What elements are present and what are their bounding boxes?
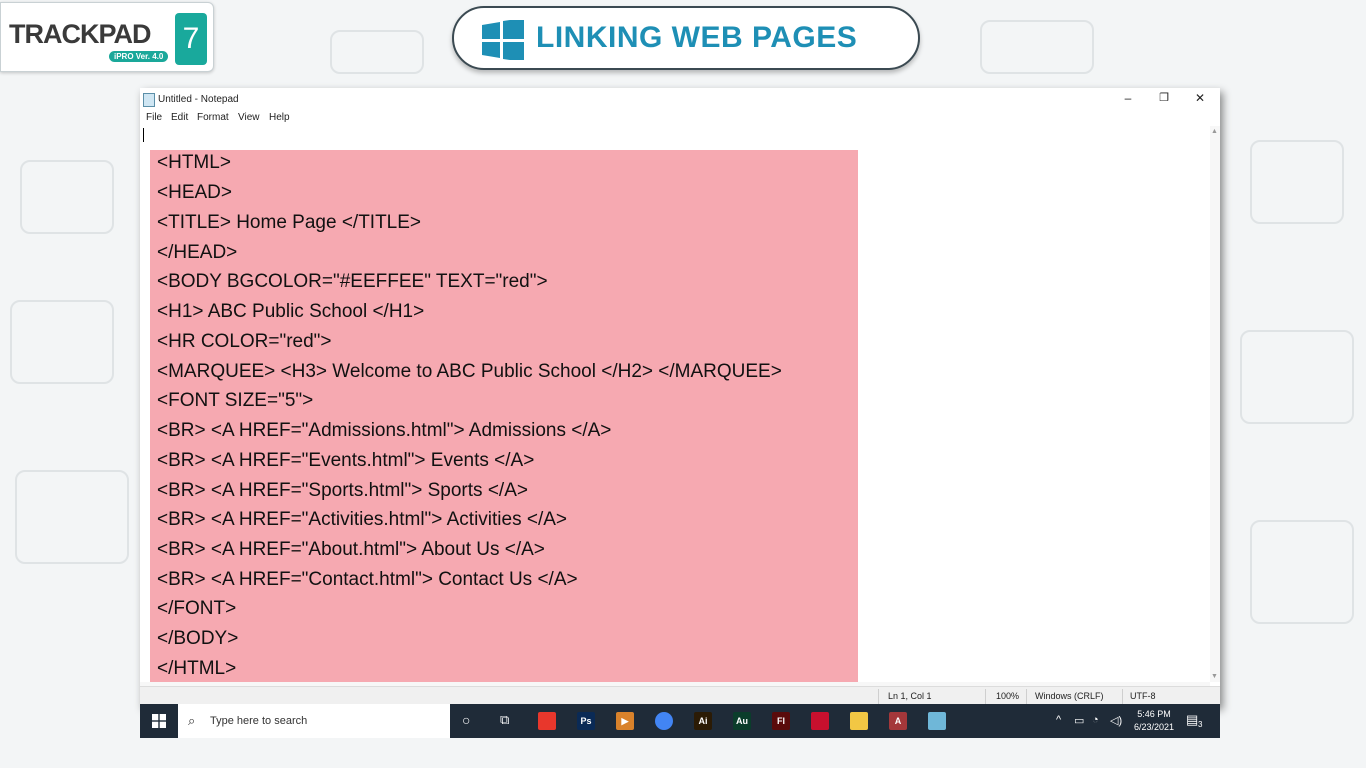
code-line: </HEAD> xyxy=(157,242,238,263)
code-line: <FONT SIZE="5"> xyxy=(157,390,314,411)
text-editor[interactable]: <HTML> <HEAD> <TITLE> Home Page </TITLE>… xyxy=(140,126,1210,694)
cortana-icon[interactable]: ○ xyxy=(462,712,470,728)
clock-time: 5:46 PM xyxy=(1137,709,1171,719)
minimize-button[interactable]: – xyxy=(1118,91,1138,105)
encoding: UTF-8 xyxy=(1130,691,1156,701)
media-player-icon[interactable]: ▶ xyxy=(616,712,634,730)
code-line: <BODY BGCOLOR="#EEFFEE" TEXT="red"> xyxy=(157,271,548,292)
windows-logo-icon xyxy=(482,20,524,60)
task-view-icon[interactable]: ⧉ xyxy=(500,712,509,728)
tray-expand-icon[interactable]: ^ xyxy=(1056,714,1061,726)
code-line: <H1> ABC Public School </H1> xyxy=(157,301,425,322)
code-line: <MARQUEE> <H3> Welcome to ABC Public Sch… xyxy=(157,361,782,382)
notepad-window: Untitled - Notepad – ❐ ✕ File Edit Forma… xyxy=(140,88,1220,707)
notepad-icon xyxy=(143,93,155,107)
code-line: <TITLE> Home Page </TITLE> xyxy=(157,212,422,233)
chrome-icon[interactable] xyxy=(655,712,673,730)
selected-code-block: <HTML> <HEAD> <TITLE> Home Page </TITLE>… xyxy=(150,150,858,690)
code-line: <HR COLOR="red"> xyxy=(157,331,332,352)
notification-count: 3 xyxy=(1198,720,1203,729)
notepad-taskbar-icon[interactable] xyxy=(928,712,946,730)
code-line: <BR> <A HREF="Sports.html"> Sports </A> xyxy=(157,480,528,501)
menu-file[interactable]: File xyxy=(146,112,162,123)
status-divider xyxy=(878,689,879,704)
battery-icon[interactable]: ▭ xyxy=(1074,714,1084,727)
scroll-up-arrow-icon[interactable]: ▲ xyxy=(1211,128,1218,135)
menu-edit[interactable]: Edit xyxy=(171,112,188,123)
logo-number: 7 xyxy=(175,13,207,65)
anydesk-icon[interactable] xyxy=(538,712,556,730)
code-line: <BR> <A HREF="Activities.html"> Activiti… xyxy=(157,509,568,530)
restore-button[interactable]: ❐ xyxy=(1154,91,1174,104)
lesson-title-banner: LINKING WEB PAGES xyxy=(452,6,920,70)
background-doodle xyxy=(980,20,1094,74)
line-ending: Windows (CRLF) xyxy=(1035,691,1104,701)
status-divider xyxy=(985,689,986,704)
logo-version-badge: iPRO Ver. 4.0 xyxy=(109,51,169,62)
volume-icon[interactable]: ◁) xyxy=(1110,714,1122,727)
search-icon: ⌕ xyxy=(188,713,196,728)
cursor-position: Ln 1, Col 1 xyxy=(888,691,932,701)
background-doodle xyxy=(15,470,129,564)
menu-help[interactable]: Help xyxy=(269,112,290,123)
code-line: </HTML> xyxy=(157,658,237,679)
code-line: <BR> <A HREF="About.html"> About Us </A> xyxy=(157,539,545,560)
code-line: <BR> <A HREF="Admissions.html"> Admissio… xyxy=(157,420,612,441)
taskbar-search-box[interactable]: ⌕ Type here to search xyxy=(178,704,450,738)
background-doodle xyxy=(20,160,114,234)
code-line: </FONT> xyxy=(157,598,237,619)
search-placeholder: Type here to search xyxy=(210,715,308,727)
title-bar[interactable]: Untitled - Notepad – ❐ ✕ xyxy=(140,88,1220,110)
acrobat-icon[interactable] xyxy=(811,712,829,730)
taskbar-clock[interactable]: 5:46 PM 6/23/2021 xyxy=(1130,708,1178,734)
vertical-scrollbar[interactable]: ▲ ▼ xyxy=(1210,126,1220,682)
flash-icon[interactable]: Fl xyxy=(772,712,790,730)
trackpad-logo: TRACKPAD iPRO Ver. 4.0 7 xyxy=(0,2,214,72)
window-title: Untitled - Notepad xyxy=(158,94,239,105)
zoom-level: 100% xyxy=(996,691,1020,701)
access-icon[interactable]: A xyxy=(889,712,907,730)
background-doodle xyxy=(10,300,114,384)
menu-bar: File Edit Format View Help xyxy=(140,110,1220,126)
code-line: <HTML> xyxy=(157,152,231,173)
logo-brand: TRACKPAD xyxy=(9,19,151,49)
status-divider xyxy=(1026,689,1027,704)
file-explorer-icon[interactable] xyxy=(850,712,868,730)
close-button[interactable]: ✕ xyxy=(1190,91,1210,105)
scroll-down-arrow-icon[interactable]: ▼ xyxy=(1211,673,1218,680)
background-doodle xyxy=(1250,140,1344,224)
status-divider xyxy=(1122,689,1123,704)
text-caret xyxy=(143,128,144,142)
background-doodle xyxy=(330,30,424,74)
wifi-icon[interactable]: ◔ xyxy=(1092,714,1099,726)
lesson-title: LINKING WEB PAGES xyxy=(536,21,858,54)
menu-format[interactable]: Format xyxy=(197,112,229,123)
code-line: <BR> <A HREF="Events.html"> Events </A> xyxy=(157,450,535,471)
background-doodle xyxy=(1250,520,1354,624)
clock-date: 6/23/2021 xyxy=(1133,722,1175,732)
code-line: <BR> <A HREF="Contact.html"> Contact Us … xyxy=(157,569,578,590)
code-line: </BODY> xyxy=(157,628,239,649)
menu-view[interactable]: View xyxy=(238,112,260,123)
code-line: <HEAD> xyxy=(157,182,232,203)
windows-taskbar: ⌕ Type here to search ○ ⧉ Ps ▶ Ai Au Fl A ^ ▭… xyxy=(140,704,1220,738)
illustrator-icon[interactable]: Ai xyxy=(694,712,712,730)
start-button-icon[interactable] xyxy=(152,714,166,728)
background-doodle xyxy=(1240,330,1354,424)
audition-icon[interactable]: Au xyxy=(733,712,751,730)
notification-icon[interactable]: ▤ xyxy=(1186,712,1198,728)
photoshop-icon[interactable]: Ps xyxy=(577,712,595,730)
